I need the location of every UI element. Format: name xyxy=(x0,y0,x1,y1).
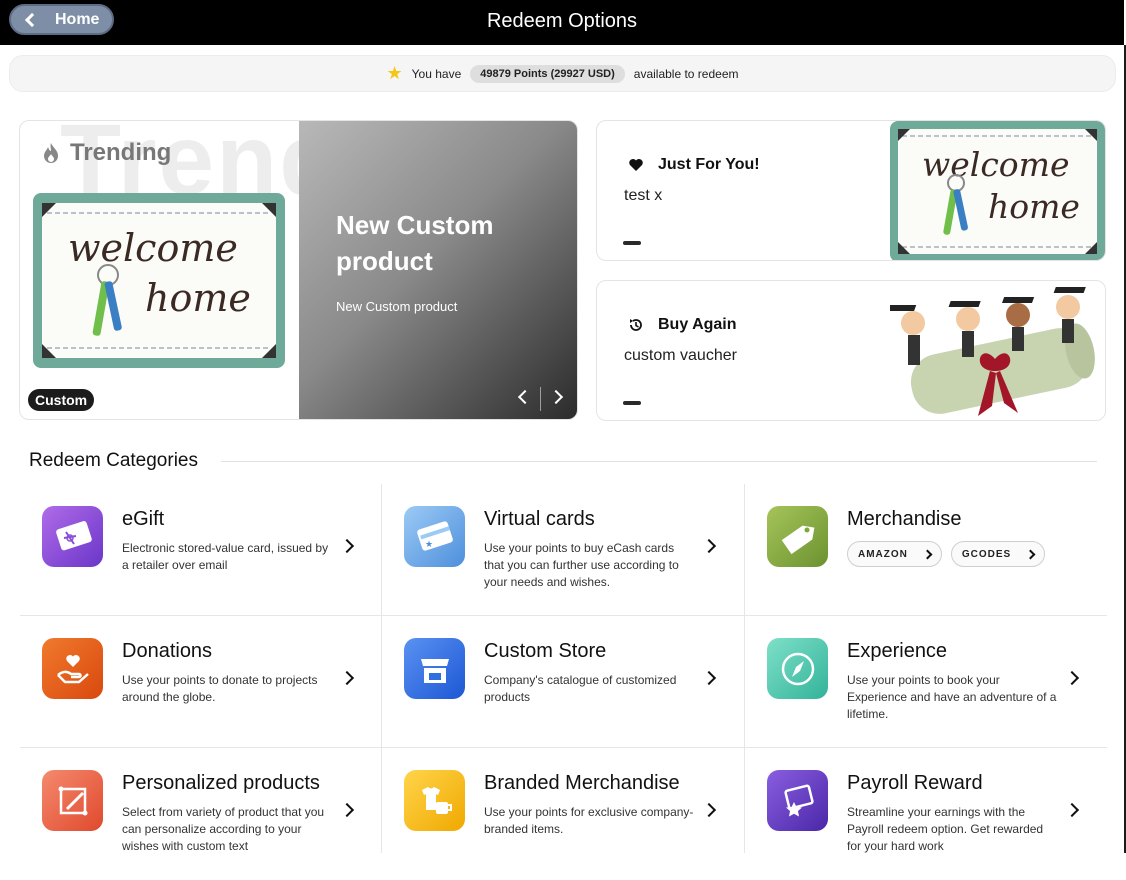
product-title[interactable]: New Custom product xyxy=(336,207,556,279)
category-branded-merchandise[interactable]: Branded Merchandise Use your points for … xyxy=(382,748,744,880)
graduates-image xyxy=(890,287,1095,416)
chevron-right-icon[interactable] xyxy=(339,538,355,554)
category-tag: Custom xyxy=(28,389,95,411)
category-title: eGift xyxy=(122,508,165,530)
points-badge: 49879 Points (29927 USD) xyxy=(470,64,625,83)
chevron-right-icon xyxy=(1025,549,1036,559)
category-description: Use your points to donate to projects ar… xyxy=(122,673,318,704)
svg-text:welcome: welcome xyxy=(68,226,238,270)
category-title: Personalized products xyxy=(122,772,320,794)
history-icon xyxy=(630,319,642,331)
page-title: Redeem Options xyxy=(486,10,638,32)
credit-card-icon: ★ xyxy=(404,506,465,567)
chevron-right-icon[interactable] xyxy=(701,670,717,686)
trending-detail-panel: New Custom product New Custom product xyxy=(299,121,577,419)
category-payroll-reward[interactable]: Payroll Reward Streamline your earnings … xyxy=(745,748,1107,880)
carousel-indicator[interactable] xyxy=(623,241,641,245)
category-title: Experience xyxy=(847,640,948,662)
category-title: Payroll Reward xyxy=(847,772,983,794)
category-donations[interactable]: Donations Use your points to donate to p… xyxy=(20,616,382,748)
category-description: Electronic stored-value card, issued by … xyxy=(122,541,329,572)
welcome-home-image[interactable]: welcome home xyxy=(33,193,285,368)
category-description: Company's catalogue of customized produc… xyxy=(484,673,677,704)
svg-text:★: ★ xyxy=(425,539,433,549)
hand-heart-icon xyxy=(42,638,103,699)
category-title: Branded Merchandise xyxy=(484,772,680,794)
merchandise-chips: AMAZON GCODES xyxy=(847,541,1046,567)
chevron-right-icon[interactable] xyxy=(701,802,717,818)
price-tag-icon xyxy=(767,506,828,567)
chip-gcodes[interactable]: GCODES xyxy=(950,541,1046,567)
top-bar: Home Redeem Options xyxy=(0,0,1124,45)
category-title: Virtual cards xyxy=(484,508,595,530)
chevron-right-icon[interactable] xyxy=(1064,802,1080,818)
chevron-right-icon xyxy=(922,549,933,559)
buy-again-subtitle: custom vaucher xyxy=(624,347,737,364)
chevron-right-icon[interactable] xyxy=(339,670,355,686)
category-description: Select from variety of product that you … xyxy=(122,805,325,853)
carousel-indicator[interactable] xyxy=(623,401,641,405)
points-bar: ★ You have 49879 Points (29927 USD) avai… xyxy=(9,55,1116,92)
carousel-next-icon[interactable] xyxy=(548,389,564,405)
gift-card-icon xyxy=(42,506,103,567)
svg-text:home: home xyxy=(988,187,1080,226)
welcome-home-image: welcome home xyxy=(890,121,1105,260)
category-description: Use your points to book your Experience … xyxy=(847,673,1057,721)
category-personalized-products[interactable]: Personalized products Select from variet… xyxy=(20,748,382,880)
flame-icon xyxy=(44,143,58,163)
buy-again-title: Buy Again xyxy=(658,316,737,333)
heading-divider xyxy=(221,461,1097,462)
just-for-you-subtitle: test x xyxy=(624,187,663,204)
carousel-prev-icon[interactable] xyxy=(517,389,533,405)
category-experience[interactable]: Experience Use your points to book your … xyxy=(745,616,1107,748)
chevron-right-icon[interactable] xyxy=(1064,670,1080,686)
tshirt-mug-icon xyxy=(404,770,465,831)
trending-card[interactable]: Trending Trending welcome home Custom Ne… xyxy=(19,120,578,420)
just-for-you-card[interactable]: Just For You! test x welcome home xyxy=(596,120,1106,261)
product-subtitle: New Custom product xyxy=(336,299,458,314)
storefront-icon xyxy=(404,638,465,699)
payroll-star-icon xyxy=(767,770,828,831)
just-for-you-title: Just For You! xyxy=(658,156,760,173)
svg-text:home: home xyxy=(145,276,251,320)
category-virtual-cards[interactable]: ★ Virtual cards Use your points to buy e… xyxy=(382,484,744,616)
points-prefix: You have xyxy=(411,66,462,81)
category-merchandise[interactable]: Merchandise AMAZON GCODES xyxy=(745,484,1107,616)
chevron-right-icon[interactable] xyxy=(339,802,355,818)
categories-heading: Redeem Categories xyxy=(29,450,198,471)
category-description: Streamline your earnings with the Payrol… xyxy=(847,805,1044,853)
trending-label: Trending xyxy=(42,139,171,167)
chip-amazon[interactable]: AMAZON xyxy=(847,541,942,567)
points-suffix: available to redeem xyxy=(633,66,739,81)
personalize-icon xyxy=(42,770,103,831)
carousel-divider xyxy=(540,387,541,411)
category-description: Use your points for exclusive company-br… xyxy=(484,805,694,836)
chevron-right-icon[interactable] xyxy=(701,538,717,554)
compass-icon xyxy=(767,638,828,699)
svg-text:welcome: welcome xyxy=(922,145,1070,184)
heart-icon xyxy=(629,159,643,171)
star-icon: ★ xyxy=(386,63,403,83)
category-description: Use your points to buy eCash cards that … xyxy=(484,541,679,589)
category-custom-store[interactable]: Custom Store Company's catalogue of cust… xyxy=(382,616,744,748)
category-title: Donations xyxy=(122,640,213,662)
buy-again-card[interactable]: Buy Again custom vaucher xyxy=(596,280,1106,421)
category-title: Custom Store xyxy=(484,640,607,662)
category-egift[interactable]: eGift Electronic stored-value card, issu… xyxy=(20,484,382,616)
category-title: Merchandise xyxy=(847,508,962,530)
